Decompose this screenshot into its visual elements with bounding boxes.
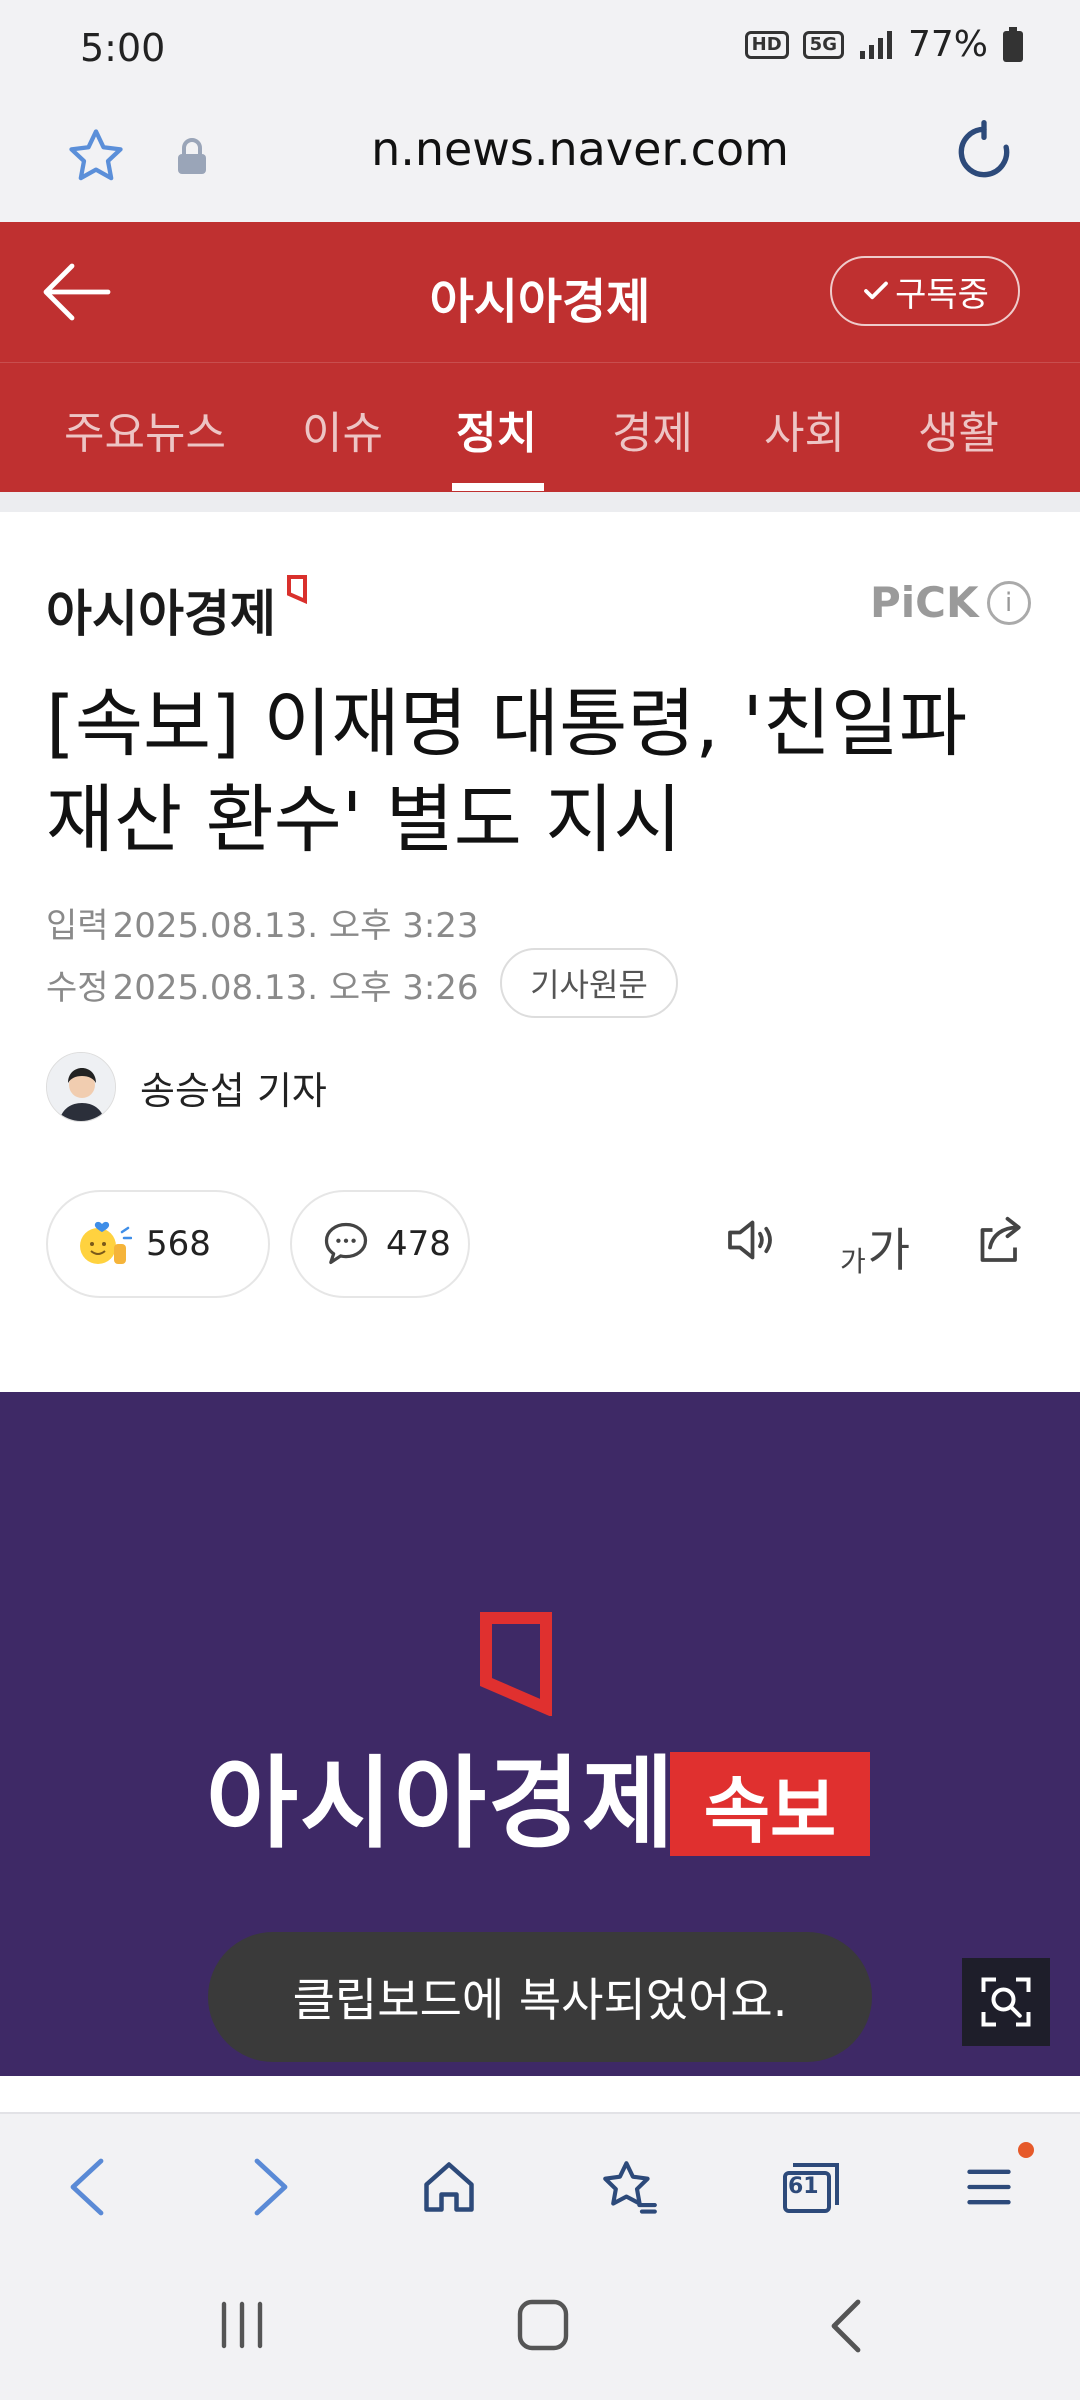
share-icon[interactable]	[970, 1210, 1030, 1270]
image-search-icon	[981, 1977, 1031, 2027]
font-size-large-glyph: 가	[867, 1223, 911, 1277]
reporter[interactable]: 송승섭 기자	[46, 1052, 327, 1122]
subscribe-button[interactable]: 구독중	[830, 256, 1020, 326]
clipboard-toast: 클립보드에 복사되었어요.	[208, 1932, 872, 2062]
home-icon	[424, 2162, 474, 2212]
tab-count: 61	[788, 2174, 819, 2199]
modified-date: 2025.08.13. 오후 3:26	[112, 968, 479, 1008]
bookmark-star-icon[interactable]	[64, 124, 128, 188]
subscribe-label: 구독중	[895, 274, 989, 315]
info-icon[interactable]: i	[986, 580, 1031, 625]
speaker-icon[interactable]	[720, 1210, 780, 1270]
bookmark-list-icon	[603, 2161, 657, 2214]
tab-economy[interactable]: 경제	[612, 397, 693, 461]
press-logo[interactable]: 아시아경제	[46, 574, 308, 646]
tab-society[interactable]: 사회	[764, 397, 845, 461]
bookmarks-button[interactable]	[594, 2152, 664, 2222]
tab-main-news[interactable]: 주요뉴스	[64, 397, 226, 461]
avatar	[46, 1052, 116, 1122]
tabs-button[interactable]: 61	[776, 2152, 846, 2222]
divider	[0, 492, 1080, 512]
font-size-button[interactable]: 가가	[840, 1214, 910, 1280]
menu-icon	[967, 2169, 1011, 2205]
reaction-button[interactable]: 568	[46, 1190, 270, 1298]
reporter-photo-icon	[47, 1053, 115, 1121]
system-navigation	[0, 2258, 1080, 2400]
chevron-left-icon	[70, 2158, 104, 2216]
status-bar: 5:00 HD 5G 77%	[0, 0, 1080, 100]
chevron-right-icon	[254, 2158, 288, 2216]
signal-strength-icon	[859, 30, 892, 59]
recent-apps-icon[interactable]	[216, 2300, 268, 2350]
home-nav-icon[interactable]	[516, 2298, 570, 2352]
tab-issue[interactable]: 이슈	[302, 397, 383, 461]
reload-icon[interactable]	[952, 120, 1016, 184]
status-icons: HD 5G 77%	[744, 24, 1024, 65]
press-name: 아시아경제	[46, 585, 276, 643]
modified-label: 수정	[46, 968, 109, 1008]
check-icon	[864, 281, 888, 300]
comment-icon	[324, 1222, 368, 1265]
article-image: 아시아경제 속보 클립보드에 복사되었어요.	[0, 1392, 1080, 2076]
reaction-count: 568	[146, 1224, 211, 1264]
back-button[interactable]	[52, 2152, 122, 2222]
input-label: 입력	[46, 906, 109, 946]
active-tab-indicator	[452, 483, 544, 491]
notification-dot	[1018, 2142, 1034, 2158]
status-time: 5:00	[80, 26, 166, 70]
site-header: 아시아경제 구독중	[0, 222, 1080, 362]
home-button[interactable]	[414, 2152, 484, 2222]
image-search-button[interactable]	[962, 1958, 1050, 2046]
menu-button[interactable]	[954, 2152, 1024, 2222]
tab-politics[interactable]: 정치	[456, 397, 537, 461]
comment-button[interactable]: 478	[290, 1190, 470, 1298]
article-headline: [속보] 이재명 대통령, '친일파 재산 환수' 별도 지시	[46, 681, 968, 863]
back-nav-icon[interactable]	[826, 2296, 866, 2356]
category-tabs: 주요뉴스 이슈 정치 경제 사회 생활	[0, 362, 1080, 492]
modified-date-line: 수정 2025.08.13. 오후 3:26	[46, 960, 479, 1009]
breaking-news-badge: 속보	[670, 1752, 870, 1856]
pick-badge[interactable]: PiCK i	[870, 578, 1031, 627]
battery-percent: 77%	[907, 24, 988, 65]
input-date-line: 입력 2025.08.13. 오후 3:23	[46, 898, 479, 947]
address-bar: n.news.naver.com	[0, 100, 1080, 222]
comment-count: 478	[386, 1224, 451, 1264]
press-logo-mark-icon	[287, 575, 307, 604]
reporter-name: 송승섭 기자	[140, 1068, 327, 1113]
browser-toolbar: 61	[0, 2112, 1080, 2258]
tab-life[interactable]: 생활	[918, 397, 999, 461]
network-5g-icon: 5G	[802, 30, 844, 59]
lock-icon	[178, 138, 206, 174]
pick-label: PiCK	[870, 578, 979, 627]
brand-logo-mark-icon	[480, 1612, 552, 1716]
like-reaction-icon	[80, 1221, 132, 1264]
hd-voice-icon: HD	[744, 30, 789, 59]
font-size-small-glyph: 가	[840, 1245, 866, 1278]
battery-icon	[1003, 26, 1023, 62]
forward-button[interactable]	[236, 2152, 306, 2222]
input-date: 2025.08.13. 오후 3:23	[112, 906, 479, 946]
original-article-button[interactable]: 기사원문	[500, 948, 678, 1018]
url-text[interactable]: n.news.naver.com	[250, 122, 910, 176]
banner-brand-text: 아시아경제	[206, 1745, 676, 1862]
